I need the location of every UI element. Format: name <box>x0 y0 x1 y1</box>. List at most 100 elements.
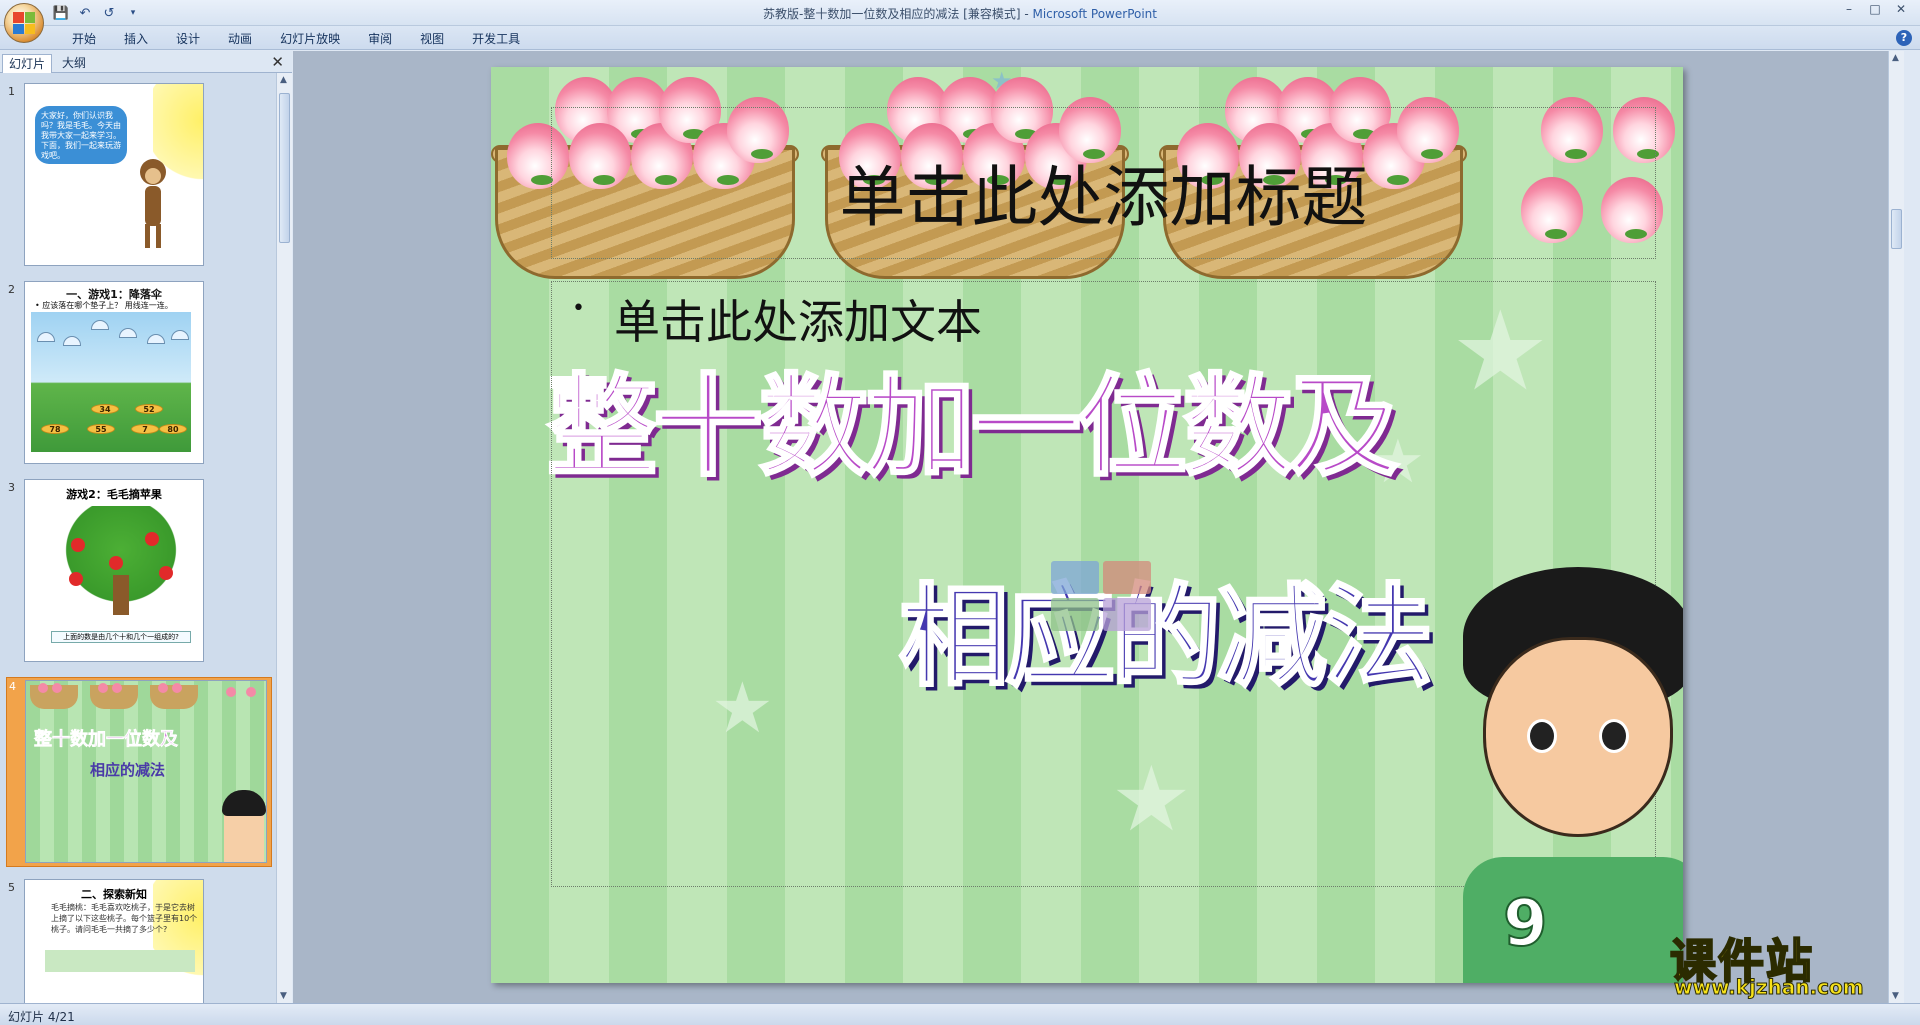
peach <box>98 683 108 693</box>
scrollbar-thumb[interactable] <box>279 93 290 243</box>
thumbnail-frame: 一、游戏1：降落伞 • 应该落在哪个垫子上？ 用线连一连。 78 55 34 7… <box>24 281 204 464</box>
slide-thumbnails: 1 大家好，你们认识我吗？我是毛毛。今天由我带大家一起来学习。下面，我们一起来玩… <box>0 73 276 1003</box>
insert-table-icon[interactable] <box>1051 561 1099 594</box>
insert-chart-icon[interactable] <box>1103 561 1151 594</box>
office-logo <box>13 12 35 34</box>
parachute <box>37 332 55 342</box>
scroll-down-icon[interactable]: ▼ <box>280 991 287 1001</box>
insert-picture-icon[interactable] <box>1051 598 1099 631</box>
scroll-up-icon[interactable]: ▲ <box>280 75 287 85</box>
thumbnail-title: 游戏2：毛毛摘苹果 <box>66 488 162 501</box>
peach <box>112 683 122 693</box>
thumbnail-heading-line1: 整十数加一位数及 <box>34 729 179 751</box>
peach <box>172 683 182 693</box>
slide-scrollbar[interactable]: ▲ ▼ <box>1888 51 1904 1003</box>
tab-slideshow[interactable]: 幻灯片放映 <box>266 30 354 48</box>
tree-trunk <box>113 575 129 615</box>
slide-number: 1 <box>8 85 15 98</box>
apple <box>159 566 173 580</box>
thumbnail-frame: 二、探索新知 毛毛摘桃：毛毛喜欢吃桃子，于是它去树上摘了以下这些桃子。每个篮子里… <box>24 879 204 1003</box>
slide-number: 5 <box>8 881 15 894</box>
title-placeholder-text: 单击此处添加标题 <box>839 159 1368 236</box>
current-slide[interactable]: ★ ★ ★ ★ ★ 单击此处添加标题 整十数加一位数及 相应的减法 • 单击此处… <box>491 67 1683 983</box>
parachute <box>63 336 81 346</box>
thumbnail-frame: 大家好，你们认识我吗？我是毛毛。今天由我带大家一起来学习。下面，我们一起来玩游戏… <box>24 83 204 266</box>
thumbnail-scrollbar[interactable]: ▲ ▼ <box>276 73 292 1003</box>
parachute-scene: 78 55 34 7 52 80 <box>31 312 191 452</box>
watermark-url: www.kjzhan.com <box>1674 975 1865 1000</box>
peach-baskets <box>45 950 195 972</box>
title-separator: - <box>1020 7 1033 21</box>
thumbnail-title: 二、探索新知 <box>81 888 147 901</box>
boy-face <box>1483 637 1673 837</box>
monkey-image <box>140 159 166 248</box>
minimize-icon[interactable]: – <box>1836 0 1862 18</box>
slide-thumbnail-2[interactable]: 2 一、游戏1：降落伞 • 应该落在哪个垫子上？ 用线连一连。 78 55 34… <box>6 281 272 467</box>
title-placeholder[interactable]: 单击此处添加标题 <box>551 107 1656 259</box>
parachute <box>147 334 165 344</box>
status-bar: 幻灯片 4/21 <box>0 1003 1920 1025</box>
document-title: 苏教版-整十数加一位数及相应的减法 [兼容模式] <box>763 7 1021 21</box>
shirt-number: 9 <box>1502 886 1549 962</box>
parachute <box>91 320 109 330</box>
tab-design[interactable]: 设计 <box>162 30 214 48</box>
peach <box>226 687 236 697</box>
landing-pad: 52 <box>135 404 163 414</box>
tab-insert[interactable]: 插入 <box>110 30 162 48</box>
peach <box>246 687 256 697</box>
tab-slides[interactable]: 幻灯片 <box>2 54 53 73</box>
thumbnail-caption: 上面的数是由几个十和几个一组成的? <box>51 631 191 643</box>
tab-developer[interactable]: 开发工具 <box>458 30 534 48</box>
peach <box>52 683 62 693</box>
maximize-icon[interactable]: □ <box>1862 0 1888 18</box>
parachute <box>119 328 137 338</box>
scroll-up-icon[interactable]: ▲ <box>1892 53 1899 63</box>
window-controls: – □ ✕ <box>1836 0 1914 18</box>
apple <box>109 556 123 570</box>
landing-pad: 7 <box>131 424 159 434</box>
tab-outline[interactable]: 大纲 <box>56 54 92 73</box>
peach <box>158 683 168 693</box>
scrollbar-thumb[interactable] <box>1891 209 1902 249</box>
slide-number: 3 <box>8 481 15 494</box>
body-placeholder-text: 单击此处添加文本 <box>614 295 982 349</box>
tab-home[interactable]: 开始 <box>58 30 110 48</box>
tab-review[interactable]: 审阅 <box>354 30 406 48</box>
slide-thumbnail-1[interactable]: 1 大家好，你们认识我吗？我是毛毛。今天由我带大家一起来学习。下面，我们一起来玩… <box>6 83 272 269</box>
landing-pad: 55 <box>87 424 115 434</box>
thumbnail-text: 毛毛摘桃：毛毛喜欢吃桃子，于是它去树上摘了以下这些桃子。每个篮子里有10个桃子。… <box>51 903 198 934</box>
tab-animations[interactable]: 动画 <box>214 30 266 48</box>
landing-pad: 78 <box>41 424 69 434</box>
thumbnail-subtitle: • 应该落在哪个垫子上？ 用线连一连。 <box>35 301 173 310</box>
slide-number: 2 <box>8 283 15 296</box>
speech-bubble: 大家好，你们认识我吗？我是毛毛。今天由我带大家一起来学习。下面，我们一起来玩游戏… <box>35 106 127 164</box>
apple <box>71 538 85 552</box>
title-bar: 💾 ↶ ↺ ▾ 苏教版-整十数加一位数及相应的减法 [兼容模式] - Micro… <box>0 0 1920 26</box>
slide-counter: 幻灯片 4/21 <box>8 1010 75 1024</box>
help-icon[interactable]: ? <box>1896 30 1912 46</box>
site-watermark: 课件站 www.kjzhan.com <box>1669 925 1910 1005</box>
peach <box>38 683 48 693</box>
close-icon[interactable]: ✕ <box>1888 0 1914 18</box>
close-pane-icon[interactable]: ✕ <box>271 53 284 71</box>
window-title: 苏教版-整十数加一位数及相应的减法 [兼容模式] - Microsoft Pow… <box>0 5 1920 22</box>
apple <box>69 572 83 586</box>
thumbnail-frame: 整十数加一位数及 相应的减法 <box>25 680 267 863</box>
thumbnail-frame: 游戏2：毛毛摘苹果 上面的数是由几个十和几个一组成的? <box>24 479 204 662</box>
tab-view[interactable]: 视图 <box>406 30 458 48</box>
slides-pane: 幻灯片 大纲 ✕ 1 大家好，你们认识我吗？我是毛毛。今天由我带大家一起来学习。… <box>0 51 292 1003</box>
ribbon-tabs: 开始 插入 设计 动画 幻灯片放映 审阅 视图 开发工具 ? <box>0 26 1920 50</box>
slide-thumbnail-3[interactable]: 3 游戏2：毛毛摘苹果 上面的数是由几个十和几个一组成的? <box>6 479 272 665</box>
slide-thumbnail-4[interactable]: 4 整十数加一位数及 相应的减法 <box>6 677 272 867</box>
landing-pad: 34 <box>91 404 119 414</box>
boy-eye <box>1599 719 1629 753</box>
office-button-icon[interactable] <box>4 3 44 43</box>
thumbnail-heading-line2: 相应的减法 <box>90 761 166 779</box>
insert-content-icons <box>1051 561 1151 631</box>
apple <box>145 532 159 546</box>
slide-number: 4 <box>9 680 16 693</box>
parachute <box>171 330 189 340</box>
insert-media-icon[interactable] <box>1103 598 1151 631</box>
slide-thumbnail-5[interactable]: 5 二、探索新知 毛毛摘桃：毛毛喜欢吃桃子，于是它去树上摘了以下这些桃子。每个篮… <box>6 879 272 1003</box>
app-name: Microsoft PowerPoint <box>1032 7 1157 21</box>
